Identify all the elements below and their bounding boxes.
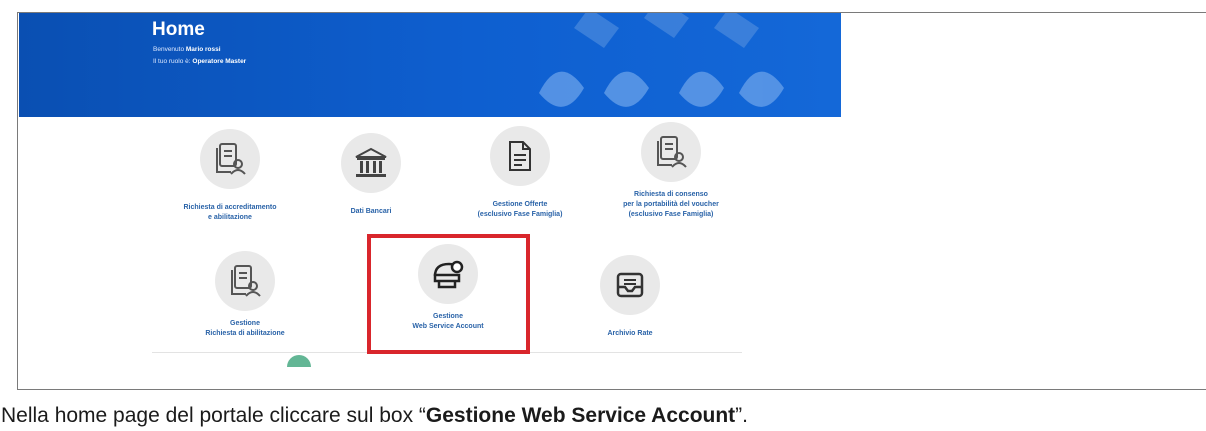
tile-label-line: Richiesta di abilitazione xyxy=(205,330,285,337)
tile-label-line: e abilitazione xyxy=(208,214,252,221)
welcome-text: Benvenuto Mario rossi xyxy=(153,46,221,53)
header-banner: Home Benvenuto Mario rossi Il tuo ruolo … xyxy=(19,13,841,117)
caption-suffix: ”. xyxy=(735,404,748,427)
tile-label-line: Richiesta di accreditamento xyxy=(183,204,277,211)
welcome-prefix: Benvenuto xyxy=(153,46,186,53)
tile-archivio-rate[interactable]: Archivio Rate xyxy=(580,255,680,339)
tile-label-line: (esclusivo Fase Famiglia) xyxy=(477,211,563,218)
document-user-icon xyxy=(216,143,246,175)
tile-icon-circle xyxy=(200,129,260,189)
tile-icon-circle xyxy=(490,126,550,186)
tile-dati-bancari[interactable]: Dati Bancari xyxy=(321,133,421,217)
page-title: Home xyxy=(152,19,205,40)
tile-icon-circle xyxy=(600,255,660,315)
inbox-icon xyxy=(616,272,644,298)
tile-icon-circle xyxy=(341,133,401,193)
logo-decoration-icon xyxy=(539,13,784,107)
tile-label: Richiesta di consenso per la portabilità … xyxy=(623,190,719,220)
tile-gestione-offerte[interactable]: Gestione Offerte (esclusivo Fase Famiglia… xyxy=(455,126,585,220)
caption-bold: Gestione Web Service Account xyxy=(425,404,736,427)
tile-label: Archivio Rate xyxy=(607,330,653,337)
tile-label-line: Gestione xyxy=(230,320,260,327)
instruction-caption: Nella home page del portale cliccare sul… xyxy=(1,404,748,428)
tile-label: Richiesta di accreditamento e abilitazion… xyxy=(184,203,277,223)
caption-prefix: Nella home page del portale cliccare sul… xyxy=(1,404,426,427)
highlight-box xyxy=(367,234,530,354)
document-icon xyxy=(509,141,531,171)
role-name: Operatore Master xyxy=(192,58,247,65)
tile-icon-circle xyxy=(641,122,701,182)
role-text: Il tuo ruolo è: Operatore Master xyxy=(153,58,246,65)
tile-label-line: (esclusivo Fase Famiglia) xyxy=(628,211,714,218)
tile-richiesta-consenso[interactable]: Richiesta di consenso per la portabilità … xyxy=(596,122,746,220)
tile-gestione-richiesta-abilitazione[interactable]: Gestione Richiesta di abilitazione xyxy=(180,251,310,339)
document-user-icon xyxy=(231,265,261,297)
user-name: Mario rossi xyxy=(185,46,221,53)
bank-icon xyxy=(355,147,387,177)
role-prefix: Il tuo ruolo è: xyxy=(153,58,193,65)
tile-label-line: per la portabilità del voucher xyxy=(623,201,719,208)
tile-richiesta-accreditamento[interactable]: Richiesta di accreditamento e abilitazion… xyxy=(155,129,305,223)
tile-label: Gestione Offerte (esclusivo Fase Famiglia… xyxy=(478,200,563,220)
tile-label: Gestione Richiesta di abilitazione xyxy=(205,319,284,339)
document-user-icon xyxy=(657,136,687,168)
tile-label-line: Richiesta di consenso xyxy=(634,191,708,198)
tile-label: Dati Bancari xyxy=(350,208,392,215)
tile-label-line: Gestione Offerte xyxy=(492,201,548,208)
tile-icon-circle xyxy=(215,251,275,311)
